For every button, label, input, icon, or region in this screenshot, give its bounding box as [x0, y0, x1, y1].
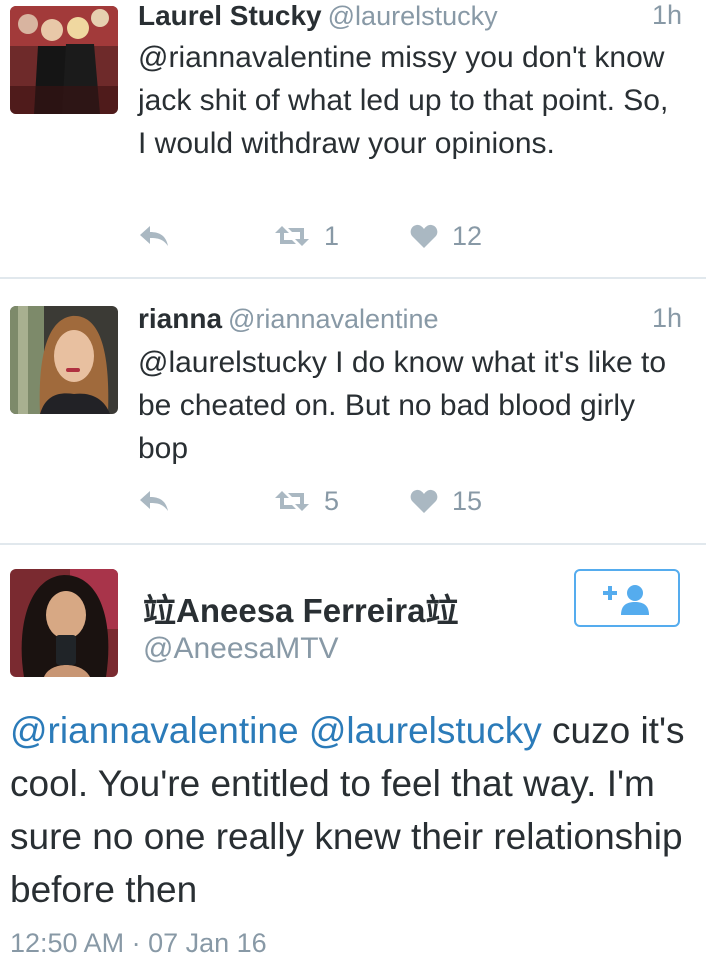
- reply-button[interactable]: [138, 218, 170, 254]
- retweet-button[interactable]: 1: [274, 218, 339, 254]
- retweet-icon: [275, 491, 309, 511]
- author-handle[interactable]: @laurelstucky: [328, 1, 498, 31]
- author-handle[interactable]: @riannavalentine: [228, 304, 439, 334]
- like-button[interactable]: 12: [410, 218, 482, 254]
- avatar-photo-rianna: [10, 306, 118, 414]
- focused-tweet-text: @riannavalentine @laurelstucky cuzo it's…: [10, 704, 700, 916]
- tweet-actions: 1 12: [138, 218, 558, 254]
- avatar-photo-laurel: [10, 6, 118, 114]
- retweet-count: 1: [324, 220, 340, 251]
- tweet-item[interactable]: rianna @riannavalentine 1h @laurelstucky …: [0, 279, 706, 543]
- follow-person-plus-icon: [603, 585, 649, 615]
- follow-button[interactable]: [574, 569, 680, 627]
- tweet-actions: 5 15: [138, 483, 558, 519]
- retweet-icon: [275, 226, 309, 246]
- mention-link[interactable]: @laurelstucky: [309, 710, 542, 751]
- heart-icon: [410, 224, 438, 248]
- divider: [0, 543, 706, 545]
- tweet-time: 1h: [651, 303, 682, 333]
- tweet-time: 1h: [651, 0, 682, 30]
- reply-button[interactable]: [138, 483, 170, 519]
- avatar-photo-aneesa: [10, 569, 118, 677]
- tweet-text: @riannavalentine missy you don't know ja…: [138, 41, 669, 160]
- tweet-text: @laurelstucky I do know what it's like t…: [138, 346, 667, 465]
- reply-icon: [140, 226, 168, 246]
- author-name[interactable]: rianna: [138, 303, 222, 334]
- heart-icon: [410, 489, 438, 513]
- like-count: 12: [452, 220, 483, 251]
- author-handle[interactable]: @AneesaMTV: [143, 632, 339, 666]
- tweet-header: rianna @riannavalentine 1h: [138, 303, 682, 337]
- like-count: 15: [452, 485, 483, 516]
- author-name[interactable]: 竝Aneesa Ferreira竝: [143, 584, 458, 632]
- avatar[interactable]: [10, 569, 118, 677]
- author-name[interactable]: Laurel Stucky: [138, 0, 322, 31]
- like-button[interactable]: 15: [410, 483, 482, 519]
- retweet-count: 5: [324, 485, 340, 516]
- avatar[interactable]: [10, 306, 118, 414]
- reply-icon: [140, 491, 168, 511]
- tweet-item[interactable]: Laurel Stucky @laurelstucky 1h @riannaval…: [0, 0, 706, 278]
- tweet-timestamp: 12:50 AM · 07 Jan 16: [10, 928, 267, 958]
- mention-link[interactable]: @riannavalentine: [10, 710, 299, 751]
- avatar[interactable]: [10, 6, 118, 114]
- tweet-header: Laurel Stucky @laurelstucky 1h: [138, 0, 682, 34]
- retweet-button[interactable]: 5: [274, 483, 339, 519]
